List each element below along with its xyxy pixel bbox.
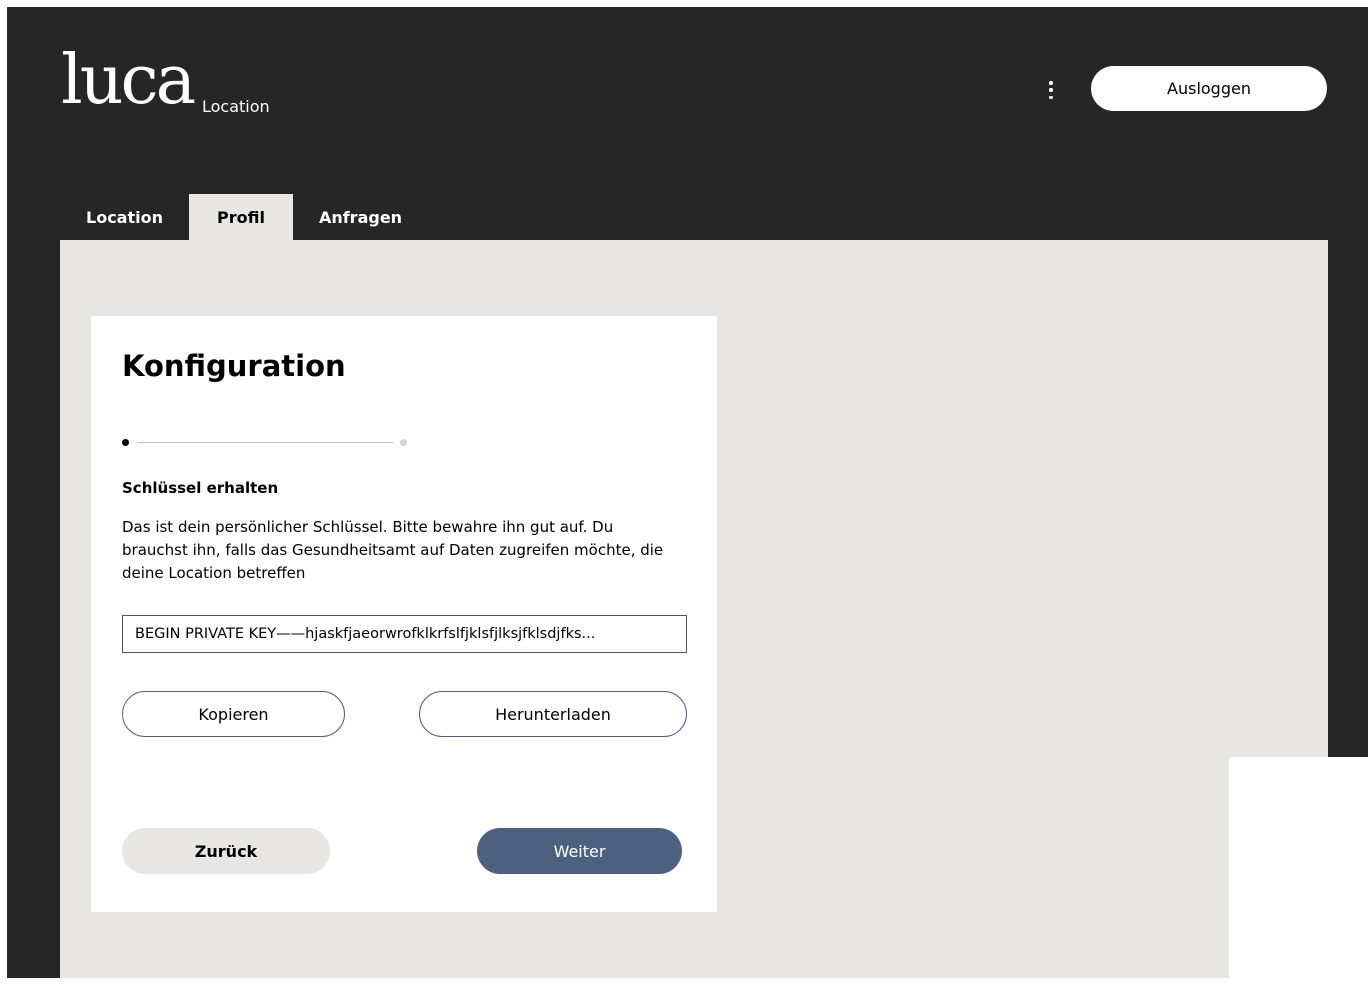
kebab-menu-icon[interactable] (1041, 79, 1061, 101)
tab-anfragen[interactable]: Anfragen (293, 194, 428, 240)
app-frame: luca Location Ausloggen Location Profil … (7, 7, 1368, 978)
section-title: Schlüssel erhalten (122, 479, 279, 497)
kebab-dot (1049, 81, 1053, 85)
tab-bar: Location Profil Anfragen (60, 194, 428, 240)
tab-profil[interactable]: Profil (189, 194, 293, 240)
card-title: Konfiguration (122, 349, 346, 383)
configuration-card: Konfiguration Schlüssel erhalten Das ist… (91, 316, 717, 912)
download-button[interactable]: Herunterladen (419, 691, 687, 737)
tab-location[interactable]: Location (60, 194, 189, 240)
kebab-dot (1049, 88, 1053, 92)
kebab-dot (1049, 95, 1053, 99)
next-button[interactable]: Weiter (477, 828, 682, 874)
corner-panel (1229, 757, 1368, 987)
description-text: Das ist dein persönlicher Schlüssel. Bit… (122, 518, 664, 582)
copy-button[interactable]: Kopieren (122, 691, 345, 737)
logout-button[interactable]: Ausloggen (1091, 66, 1327, 111)
luca-logo: luca (61, 41, 196, 120)
step-indicator-active (122, 439, 129, 446)
private-key-field[interactable] (122, 615, 687, 653)
logo-subtitle: Location (202, 97, 270, 116)
step-progress-line (137, 442, 393, 443)
step-indicator-inactive (400, 439, 407, 446)
back-button[interactable]: Zurück (122, 828, 330, 874)
